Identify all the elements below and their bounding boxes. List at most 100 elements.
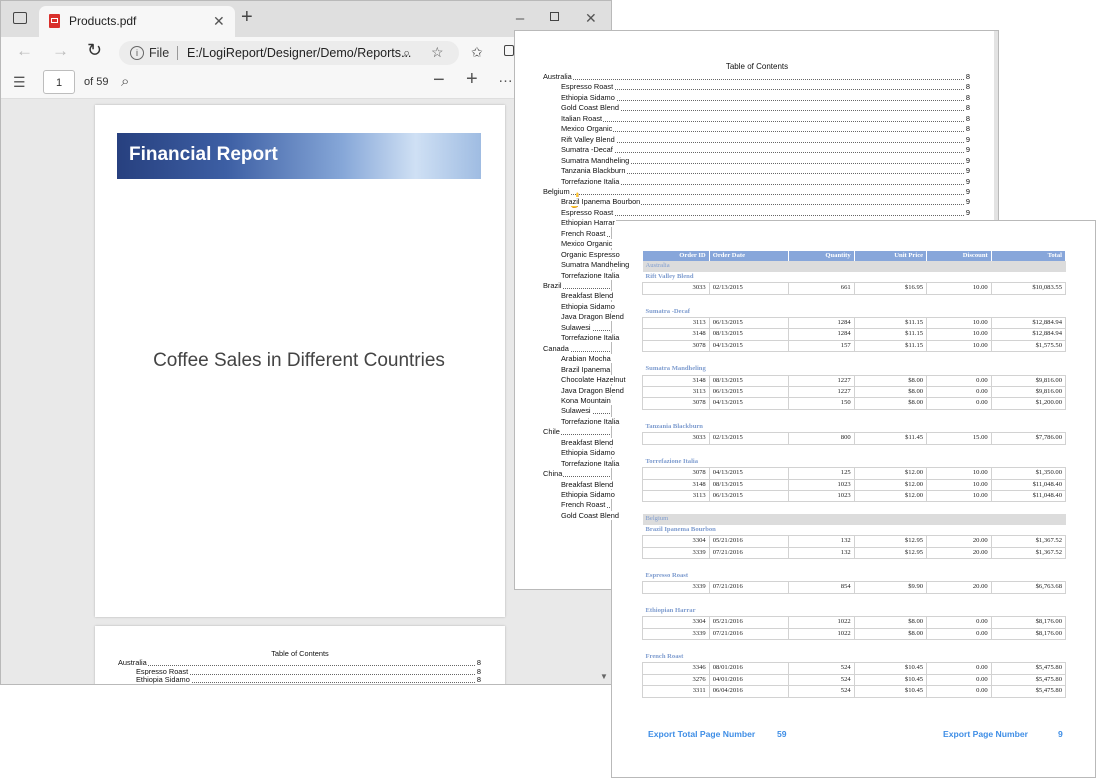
toc-entry[interactable]: Espresso Roast 8: [561, 82, 970, 93]
toc-entry[interactable]: Brazil Ipanema Bourbon 9: [561, 197, 970, 208]
new-tab-icon[interactable]: +: [241, 7, 253, 27]
toc-entry[interactable]: Mexico Organic 8: [561, 124, 970, 135]
toc-entry[interactable]: Italian Roast 8: [561, 113, 970, 125]
toc-entry[interactable]: Espresso Roast 9: [561, 207, 970, 219]
url-text[interactable]: E:/LogiReport/Designer/Demo/Reports...: [187, 46, 411, 60]
spacer-cell: [643, 352, 1066, 365]
toc-entry-label: Gold Coast Blend: [561, 103, 620, 113]
toc-leader-dots: [561, 89, 970, 91]
table-cell: $1,367.52: [990, 535, 1067, 548]
table-header-row: Order ID Order Date Quantity Unit Price Disc…: [642, 251, 1067, 262]
table-cell: $1,200.00: [990, 397, 1067, 410]
table-cell: 07/21/2016: [708, 627, 790, 640]
table-cell: 3078: [642, 467, 710, 480]
spacer-cell: [643, 409, 1066, 422]
zoom-in-icon[interactable]: +: [466, 69, 478, 89]
table-cell: 3339: [642, 546, 710, 559]
favorites-icon[interactable]: ✩: [471, 44, 483, 60]
table-cell: 04/13/2015: [708, 467, 790, 480]
table-cell: $5,475.80: [990, 685, 1067, 698]
toc-entry-label: Torrefazione Italia: [561, 458, 621, 468]
page-total-label: of 59: [84, 76, 109, 88]
toc-leader-dots: [543, 193, 970, 195]
address-label: File: [149, 46, 170, 60]
toc-entry[interactable]: Gold Coast Blend 8: [561, 103, 970, 114]
toc-entry[interactable]: Ethiopia Sidamo 8: [136, 675, 481, 684]
toc-entry-page: 8: [964, 72, 970, 83]
table-cell: 150: [788, 397, 855, 410]
close-window-icon[interactable]: ✕: [585, 10, 597, 26]
search-icon[interactable]: ⌕: [121, 74, 129, 90]
scrollbar-down-arrow[interactable]: ▼: [600, 672, 608, 681]
favorite-add-icon[interactable]: ☆: [431, 44, 444, 60]
spacer-cell: [643, 639, 1066, 652]
table-cell: 10.00: [926, 328, 992, 341]
tab-products-pdf[interactable]: Products.pdf ✕: [39, 6, 235, 37]
page-number-input[interactable]: 1: [43, 70, 75, 94]
product-group-row: Espresso Roast: [643, 571, 1066, 582]
table-row: 3311 06/04/2016 524 $10.45 0.00 $5,475.80: [642, 685, 1067, 698]
table-cell: 132: [788, 546, 855, 559]
table-cell: $5,475.80: [990, 662, 1067, 675]
table-cell: $12.95: [853, 546, 928, 559]
toc-entry[interactable]: Australia 8: [543, 72, 970, 83]
toc-entry-page: 8: [964, 82, 970, 93]
column-header: Quantity: [788, 251, 855, 262]
close-tab-icon[interactable]: ✕: [213, 13, 225, 29]
table-cell: 3078: [642, 339, 710, 353]
toc-entry[interactable]: Torrefazione Italia 9: [561, 176, 970, 187]
minimize-icon[interactable]: –: [513, 11, 527, 27]
toc-entry-label: Rift Valley Blend: [561, 134, 616, 144]
toc-entry[interactable]: Sumatra Mandheling 9: [561, 155, 970, 166]
table-cell: $12,884.94: [990, 317, 1067, 330]
toc-entry[interactable]: Rift Valley Blend 9: [561, 134, 970, 146]
maximize-icon[interactable]: [550, 12, 559, 21]
toc-entry-label: Brazil Ipanema Bourbon: [561, 197, 642, 207]
toc-leader-dots: [561, 120, 970, 122]
toc-entry[interactable]: Ethiopia Sidamo 8: [561, 92, 970, 104]
toc-entry-label: Sulawesi: [561, 406, 592, 416]
toc-entry[interactable]: Belgium 9: [543, 186, 970, 198]
toc-entry-label: Ethiopia Sidamo: [561, 92, 616, 102]
table-cell: 3033: [642, 432, 710, 445]
table-cell: 06/13/2015: [708, 489, 790, 503]
table-row: 3033 02/13/2015 800 $11.45 15.00 $7,786.00: [642, 432, 1067, 445]
table-cell: $8,176.00: [990, 616, 1067, 629]
table-cell: 07/21/2016: [708, 581, 790, 594]
toc-entry-label: Canada: [543, 343, 570, 353]
table-cell: $8,176.00: [990, 627, 1067, 640]
zoom-icon[interactable]: ⌕: [403, 45, 410, 61]
contents-list-icon[interactable]: ☰: [13, 74, 26, 90]
table-row: 3033 02/13/2015 661 $16.95 10.00 $10,083.55: [642, 282, 1067, 295]
forward-icon[interactable]: →: [52, 42, 69, 59]
toc-preview-title: Table of Contents: [271, 649, 329, 658]
table-cell: 1227: [788, 374, 855, 388]
address-field[interactable]: i File E:/LogiReport/Designer/Demo/Repor…: [119, 41, 459, 65]
spacer-row: [643, 294, 1066, 307]
table-cell: 3148: [642, 328, 710, 341]
refresh-icon[interactable]: ↻: [87, 41, 102, 59]
toc-leader-dots: [561, 99, 970, 101]
tab-actions-icon[interactable]: [13, 12, 27, 24]
more-options-icon[interactable]: …: [498, 70, 513, 86]
table-cell: 3113: [642, 489, 710, 503]
spacer-cell: [643, 593, 1066, 606]
back-icon[interactable]: ←: [16, 42, 33, 59]
table-cell: 854: [788, 581, 855, 594]
toc-entry-label: Breakfast Blend: [561, 437, 615, 447]
toc-entry-page: 9: [964, 166, 970, 177]
table-cell: 10.00: [926, 478, 992, 491]
table-cell: 1022: [788, 627, 855, 640]
info-icon[interactable]: i: [130, 46, 144, 60]
detail-table: Order ID Order Date Quantity Unit Price Disc…: [642, 251, 1067, 698]
toc-entry[interactable]: Tanzania Blackburn 9: [561, 166, 970, 177]
table-cell: 08/13/2015: [708, 374, 790, 388]
table-row: 3078 04/13/2015 157 $11.15 10.00 $1,575.50: [642, 339, 1067, 353]
toc-entry[interactable]: Sumatra -Decaf 9: [561, 145, 970, 156]
spacer-row: [643, 409, 1066, 422]
product-group-row: Ethiopian Harrar: [643, 606, 1066, 617]
footer-page-label: Export Page Number: [943, 729, 1029, 739]
zoom-out-icon[interactable]: −: [433, 70, 445, 90]
collections-icon[interactable]: [504, 45, 514, 56]
table-cell: $11.15: [853, 339, 928, 353]
